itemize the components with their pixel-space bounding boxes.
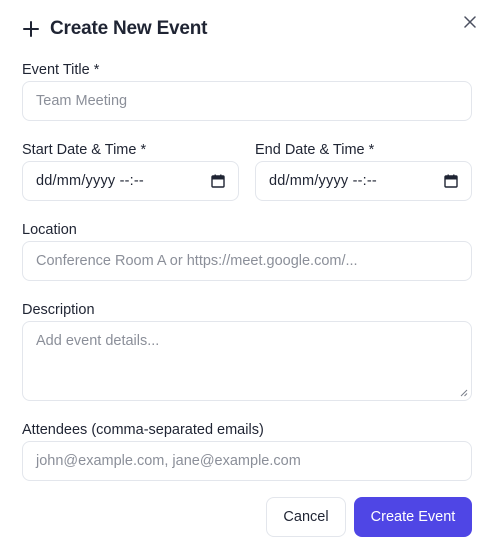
- description-textarea[interactable]: Add event details...: [22, 321, 472, 401]
- dialog-header: Create New Event: [22, 18, 208, 40]
- end-datetime-input[interactable]: dd/mm/yyyy --:--: [255, 161, 472, 201]
- location-placeholder: Conference Room A or https://meet.google…: [36, 253, 358, 269]
- event-title-input[interactable]: Team Meeting: [22, 81, 472, 121]
- calendar-icon[interactable]: [444, 174, 458, 188]
- end-datetime-label: End Date & Time *: [255, 142, 375, 158]
- attendees-input[interactable]: john@example.com, jane@example.com: [22, 441, 472, 481]
- dialog-title: Create New Event: [50, 18, 208, 39]
- close-button[interactable]: [460, 12, 480, 32]
- resize-handle-icon[interactable]: [460, 389, 468, 397]
- description-placeholder: Add event details...: [36, 333, 160, 349]
- calendar-icon[interactable]: [211, 174, 225, 188]
- create-event-dialog: Create New Event Event Title * Team Meet…: [0, 0, 496, 559]
- cancel-button[interactable]: Cancel: [266, 497, 346, 537]
- attendees-label: Attendees (comma-separated emails): [22, 422, 264, 438]
- event-title-label: Event Title *: [22, 62, 100, 78]
- end-datetime-value: dd/mm/yyyy --:--: [269, 173, 377, 189]
- create-event-button[interactable]: Create Event: [354, 497, 472, 537]
- event-title-placeholder: Team Meeting: [36, 93, 128, 109]
- location-input[interactable]: Conference Room A or https://meet.google…: [22, 241, 472, 281]
- location-label: Location: [22, 222, 77, 238]
- description-label: Description: [22, 302, 95, 318]
- plus-icon: [22, 20, 40, 38]
- attendees-placeholder: john@example.com, jane@example.com: [36, 453, 301, 469]
- close-icon: [464, 16, 476, 28]
- start-datetime-value: dd/mm/yyyy --:--: [36, 173, 144, 189]
- start-datetime-label: Start Date & Time *: [22, 142, 147, 158]
- start-datetime-input[interactable]: dd/mm/yyyy --:--: [22, 161, 239, 201]
